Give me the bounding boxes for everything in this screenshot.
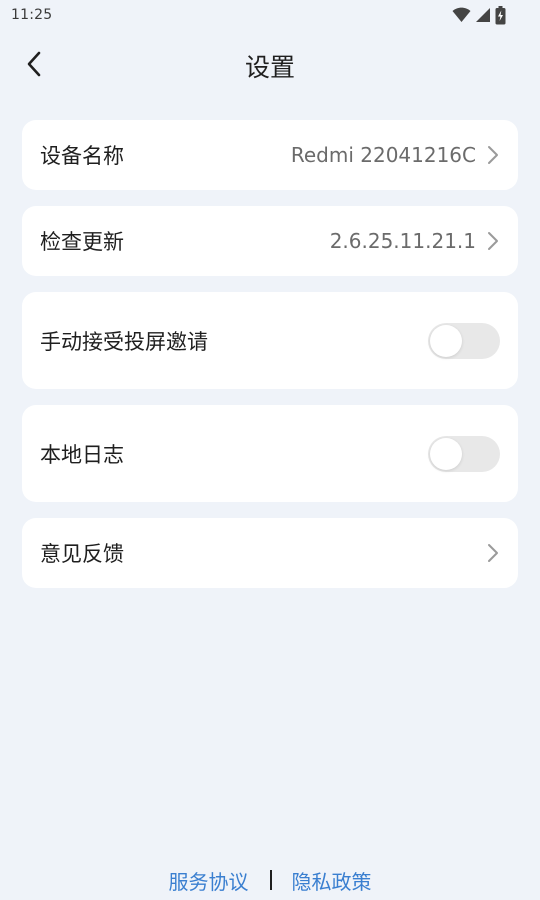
- device-name-label: 设备名称: [40, 144, 124, 168]
- check-update-row[interactable]: 检查更新 2.6.25.11.21.1: [22, 206, 518, 276]
- manual-accept-row: 手动接受投屏邀请: [22, 292, 518, 389]
- battery-charging-icon: [495, 5, 506, 24]
- chevron-right-icon: [488, 232, 498, 250]
- chevron-right-icon: [488, 544, 498, 562]
- local-log-toggle[interactable]: [428, 435, 500, 472]
- device-name-row[interactable]: 设备名称 Redmi 22041216C: [22, 120, 518, 190]
- check-update-label: 检查更新: [40, 230, 124, 254]
- privacy-policy-link[interactable]: 隐私政策: [292, 866, 372, 895]
- page-title: 设置: [244, 53, 295, 82]
- local-log-label: 本地日志: [40, 442, 124, 467]
- status-bar: 11:25: [0, 0, 540, 30]
- header: 设置: [0, 36, 540, 92]
- manual-accept-label: 手动接受投屏邀请: [40, 329, 208, 354]
- toggle-knob: [430, 437, 462, 470]
- footer-links: 服务协议 隐私政策: [0, 864, 540, 896]
- footer-divider: [269, 870, 272, 890]
- status-icons: [452, 5, 506, 25]
- chevron-right-icon: [488, 146, 498, 164]
- settings-screen: 11:25 设置 设备名称 Redmi 22041216C 检查更新 2.6.2…: [0, 0, 540, 900]
- feedback-label: 意见反馈: [40, 542, 124, 566]
- manual-accept-toggle[interactable]: [428, 322, 500, 359]
- local-log-row: 本地日志: [22, 405, 518, 502]
- status-time: 11:25: [11, 7, 53, 23]
- service-agreement-link[interactable]: 服务协议: [169, 866, 249, 895]
- device-name-value: Redmi 22041216C: [290, 143, 476, 167]
- toggle-knob: [430, 324, 462, 357]
- cellular-signal-icon: [476, 8, 490, 22]
- app-version-value: 2.6.25.11.21.1: [329, 229, 476, 253]
- wifi-icon: [452, 7, 471, 22]
- feedback-row[interactable]: 意见反馈: [22, 518, 518, 588]
